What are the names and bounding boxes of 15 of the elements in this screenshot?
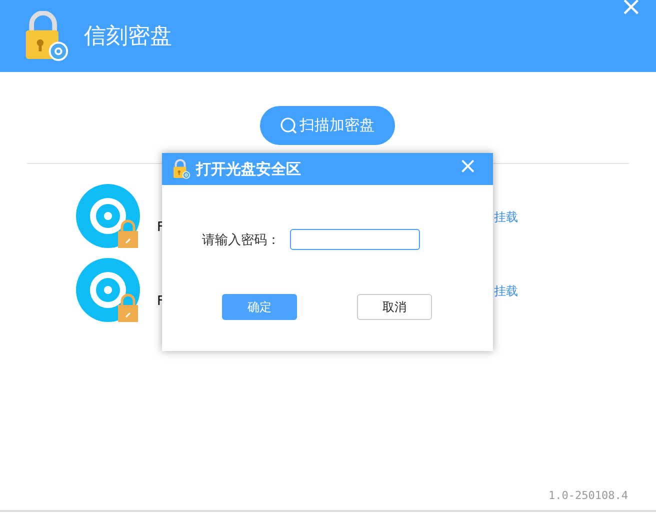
lock-disc-icon — [172, 159, 190, 179]
window-title: 信刻密盘 — [84, 23, 172, 51]
locked-disc-icon — [76, 184, 140, 248]
locked-disc-icon — [76, 258, 140, 322]
dialog-title: 打开光盘安全区 — [196, 160, 301, 178]
scan-button[interactable]: 扫描加密盘 — [260, 106, 394, 145]
mount-link[interactable]: 挂载 — [494, 208, 518, 226]
mount-link[interactable]: 挂载 — [494, 282, 518, 300]
cancel-button[interactable]: 取消 — [357, 294, 432, 320]
close-button[interactable]: × — [458, 156, 477, 178]
version-label: 1.0-250108.4 — [548, 489, 628, 502]
search-icon — [280, 117, 296, 134]
password-field[interactable] — [290, 229, 420, 250]
confirm-button[interactable]: 确定 — [222, 294, 297, 320]
password-label: 请输入密码： — [202, 232, 280, 248]
